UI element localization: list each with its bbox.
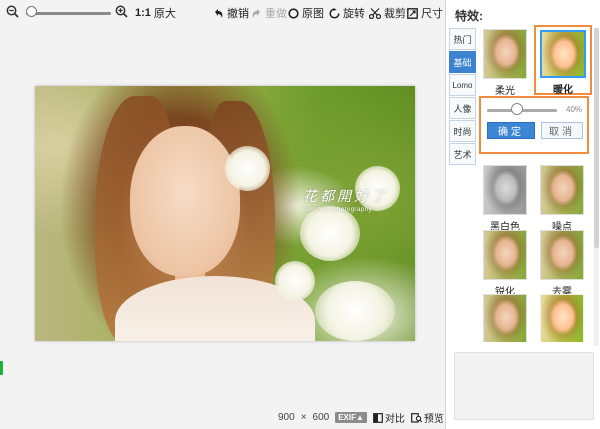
original-size-label: 原大 [153,8,176,20]
effect-warm[interactable]: 暖化 [534,25,592,96]
effect-soft-light[interactable]: 柔光 [480,29,530,97]
effect-thumbnail [540,294,584,342]
tab-portrait[interactable]: 人像 [449,97,476,119]
scrollbar-thumb[interactable] [594,28,599,248]
crop-button[interactable]: 裁剪 [369,5,406,21]
canvas-area: 花都開好了 sunshine photography 900 × 600 EXI… [0,26,445,429]
effect-label: 柔光 [495,86,515,97]
image-width: 900 [278,412,295,423]
effect-thumbnail [540,230,584,280]
panel-bottom-area [454,352,594,420]
intensity-value: 40% [566,105,583,114]
effect-dehaze[interactable]: 去雾 [537,230,587,298]
zoom-out-icon[interactable] [6,5,19,18]
effect-noise[interactable]: 噪点 [537,165,587,233]
rotate-label: 旋转 [343,8,365,20]
preview-label: 预览 [423,414,444,425]
redo-label: 重做 [265,8,287,20]
intensity-slider-handle[interactable] [511,103,523,115]
side-marker [0,361,3,375]
effects-panel: 特效: 热门 基础 Lomo 人像 时尚 艺术 柔光 暖化 黑白色 噪点 锐化 [445,0,600,429]
photo-face [130,126,240,276]
rotate-button[interactable]: 旋转 [329,5,365,21]
photo-flower [315,281,395,341]
times-sign: × [300,412,307,423]
confirm-button[interactable]: 确定 [487,122,535,139]
size-button[interactable]: 尺寸 [407,5,443,21]
effect-thumbnail [483,230,527,280]
original-size-button[interactable]: 1:1 原大 [135,5,176,21]
effect-thumbnail [483,294,527,342]
exif-button[interactable]: EXIF▲ [335,412,367,423]
tab-basic[interactable]: 基础 [449,51,476,73]
image-statusbar: 900 × 600 EXIF▲ 对比 预览 [278,410,444,425]
original-image-button[interactable]: 原图 [288,5,324,21]
zoom-slider-track[interactable] [26,12,111,15]
photo-flower [275,261,315,301]
category-tabs: 热门 基础 Lomo 人像 时尚 艺术 [449,28,476,166]
panel-title: 特效: [455,9,483,23]
photo-flower [300,206,360,261]
undo-icon [215,8,223,18]
rotate-icon [329,7,340,19]
effect-black-white[interactable]: 黑白色 [480,165,530,233]
zoom-ratio: 1:1 [135,7,151,19]
cancel-button[interactable]: 取消 [541,122,583,139]
original-circle-icon [288,7,299,19]
watermark-subtitle: sunshine photography [303,207,373,213]
effect-adjust-box: 40% 确定 取消 [479,96,589,154]
tab-art[interactable]: 艺术 [449,143,476,165]
toolbar: 1:1 原大 撤销 重做 原图 旋转 裁剪 尺寸 [0,0,445,26]
preview-icon [411,412,422,423]
edited-photo[interactable]: 花都開好了 sunshine photography [35,86,415,341]
tab-fashion[interactable]: 时尚 [449,120,476,142]
effect-thumbnail [540,165,584,215]
redo-button[interactable]: 重做 [251,5,287,21]
undo-label: 撤销 [227,8,249,20]
redo-icon [252,8,260,18]
compare-label: 对比 [384,414,405,425]
compare-icon [373,412,383,423]
original-image-label: 原图 [302,8,324,20]
photo-watermark: 花都開好了 sunshine photography [303,186,388,213]
crop-label: 裁剪 [384,8,406,20]
effects-scrollbar[interactable] [594,28,599,346]
effect-label: 暖化 [553,85,573,96]
effect-more[interactable] [537,294,587,342]
photo-flower [225,146,270,191]
effect-thumbnail [483,29,527,79]
tab-lomo[interactable]: Lomo [449,74,476,96]
effects-grid: 柔光 暖化 黑白色 噪点 锐化 去雾 [477,24,592,342]
watermark-title: 花都開好了 [303,189,388,205]
tab-hot[interactable]: 热门 [449,28,476,50]
effect-thumbnail [483,165,527,215]
effect-more[interactable] [480,294,530,342]
compare-button[interactable]: 对比 [373,410,405,425]
size-label: 尺寸 [421,8,443,20]
undo-button[interactable]: 撤销 [213,5,249,21]
effect-thumbnail [540,30,586,78]
preview-button[interactable]: 预览 [411,410,444,425]
zoom-in-icon[interactable] [115,5,128,18]
zoom-slider-handle[interactable] [26,6,37,17]
image-height: 600 [312,412,330,423]
scissors-icon [369,7,381,19]
resize-icon [407,7,418,19]
effect-sharpen[interactable]: 锐化 [480,230,530,298]
